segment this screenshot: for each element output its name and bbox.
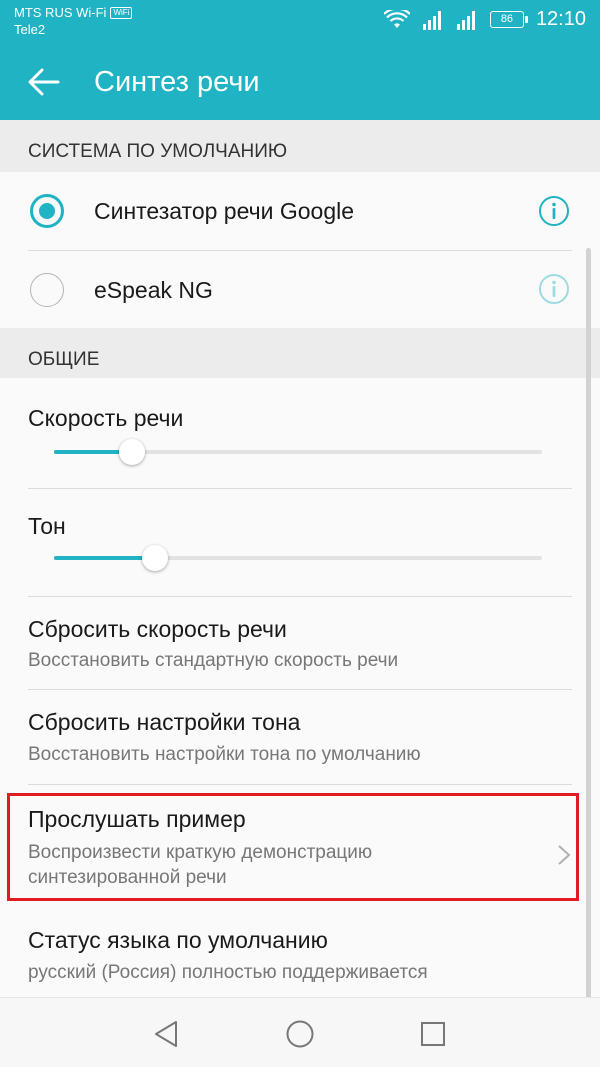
- carrier-secondary: Tele2: [14, 22, 46, 37]
- status-bar: MTS RUS Wi-Fi WiFi Tele2 86 12:10: [0, 0, 600, 44]
- speech-rate-setting: Скорость речи: [0, 378, 600, 488]
- item-title: Статус языка по умолчанию: [28, 927, 328, 953]
- info-icon[interactable]: [538, 273, 570, 305]
- speech-rate-label: Скорость речи: [28, 405, 184, 431]
- engine-option-espeak[interactable]: eSpeak NG: [0, 251, 600, 328]
- reset-speech-rate-item[interactable]: Сбросить скорость речи Восстановить стан…: [0, 597, 600, 689]
- item-title: Сбросить настройки тона: [28, 709, 301, 735]
- item-subtitle: Восстановить стандартную скорость речи: [28, 650, 399, 671]
- wifi-icon: [383, 9, 410, 28]
- signal-icon-2: [456, 10, 475, 30]
- item-subtitle-line2: синтезированной речи: [28, 867, 227, 888]
- reset-pitch-item[interactable]: Сбросить настройки тона Восстановить нас…: [0, 690, 600, 784]
- scrollbar[interactable]: [586, 248, 591, 1067]
- square-recents-icon: [421, 1022, 445, 1046]
- item-title: Прослушать пример: [28, 806, 246, 832]
- back-button[interactable]: [20, 58, 68, 106]
- clock: 12:10: [535, 8, 586, 30]
- engine-label: Синтезатор речи Google: [94, 198, 355, 224]
- triangle-back-icon: [155, 1021, 177, 1047]
- arrow-back-icon: [28, 68, 60, 96]
- chevron-right-icon: [558, 845, 571, 865]
- section-header-general: ОБЩИЕ: [0, 328, 600, 378]
- engine-option-google[interactable]: Синтезатор речи Google: [0, 172, 600, 250]
- item-subtitle: русский (Россия) полностью поддерживаетс…: [28, 962, 428, 983]
- info-icon[interactable]: [538, 195, 570, 227]
- item-subtitle-line1: Воспроизвести краткую демонстрацию: [28, 842, 373, 863]
- navigation-bar: [0, 997, 600, 1067]
- pitch-label: Тон: [28, 513, 66, 539]
- app-bar: Синтез речи: [0, 44, 600, 120]
- slider-thumb[interactable]: [119, 439, 145, 465]
- language-status-item[interactable]: Статус языка по умолчанию русский (Росси…: [0, 900, 600, 997]
- wifi-calling-badge: WiFi: [110, 6, 133, 19]
- signal-icon: [422, 10, 441, 30]
- carrier-primary: MTS RUS Wi-Fi: [14, 5, 107, 20]
- settings-content: СИСТЕМА ПО УМОЛЧАНИЮ Синтезатор речи Goo…: [0, 120, 600, 1067]
- pitch-setting: Тон: [0, 489, 600, 596]
- slider-fill: [54, 556, 155, 560]
- circle-home-icon: [286, 1020, 314, 1048]
- pitch-slider[interactable]: [54, 545, 542, 571]
- item-subtitle: Восстановить настройки тона по умолчанию: [28, 744, 421, 765]
- carrier-info: MTS RUS Wi-Fi WiFi Tele2: [14, 4, 133, 38]
- section-header-default-system: СИСТЕМА ПО УМОЛЧАНИЮ: [0, 120, 600, 172]
- listen-example-item[interactable]: Прослушать пример Воспроизвести краткую …: [0, 785, 600, 899]
- radio-checked-icon[interactable]: [30, 194, 64, 228]
- slider-thumb[interactable]: [142, 545, 168, 571]
- nav-back-button[interactable]: [144, 1012, 188, 1056]
- general-list: Скорость речи Тон Сбросить скорость речи…: [0, 378, 600, 997]
- engine-list: Синтезатор речи Google eSpeak NG: [0, 172, 600, 328]
- nav-recents-button[interactable]: [411, 1012, 455, 1056]
- nav-home-button[interactable]: [278, 1012, 322, 1056]
- page-title: Синтез речи: [94, 66, 260, 98]
- engine-label: eSpeak NG: [94, 277, 213, 303]
- item-title: Сбросить скорость речи: [28, 616, 287, 642]
- radio-unchecked-icon[interactable]: [30, 273, 64, 307]
- speech-rate-slider[interactable]: [54, 439, 542, 465]
- battery-icon: 86: [489, 11, 528, 28]
